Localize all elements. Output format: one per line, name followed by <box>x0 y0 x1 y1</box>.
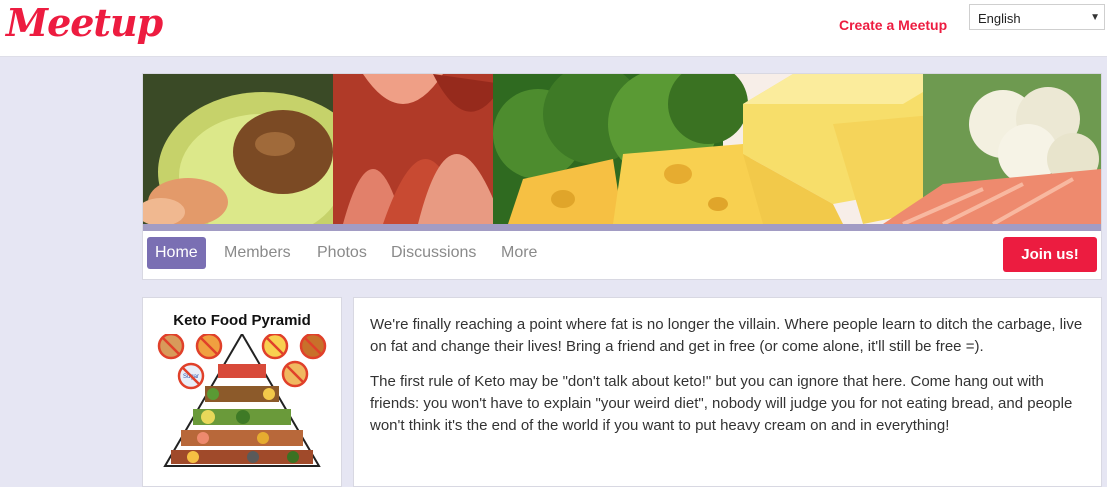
no-grains-icon <box>299 334 327 360</box>
description-paragraph: We're finally reaching a point where fat… <box>370 316 1083 355</box>
banner-divider <box>143 224 1101 231</box>
top-bar: Meetup Create a Meetup English ▼ <box>0 0 1107 57</box>
tab-members[interactable]: Members <box>224 237 291 269</box>
language-select[interactable]: English ▼ <box>969 4 1105 30</box>
group-banner-image <box>143 74 1101 224</box>
create-meetup-link[interactable]: Create a Meetup <box>839 17 947 33</box>
join-button[interactable]: Join us! <box>1003 237 1097 272</box>
group-description: We're finally reaching a point where fat… <box>353 297 1102 487</box>
no-pasta-icon <box>195 334 223 360</box>
no-potato-icon <box>281 360 309 388</box>
no-sugar-icon: Sugar <box>177 362 205 390</box>
meetup-logo[interactable]: Meetup <box>6 0 163 45</box>
tab-photos[interactable]: Photos <box>317 237 367 269</box>
keto-pyramid-image: Sugar <box>157 334 327 467</box>
pyramid-title: Keto Food Pyramid <box>173 312 311 329</box>
description-paragraph: The first rule of Keto may be "don't tal… <box>370 373 1073 434</box>
tab-more[interactable]: More <box>501 237 537 269</box>
language-selected: English <box>978 11 1021 26</box>
group-photo-card: Keto Food Pyramid <box>142 297 342 487</box>
no-bread-icon <box>157 334 185 360</box>
group-header-card: Home Members Photos Discussions More Joi… <box>142 73 1102 280</box>
no-fruit-icon <box>261 334 289 360</box>
tab-home[interactable]: Home <box>147 237 206 269</box>
tab-discussions[interactable]: Discussions <box>391 237 476 269</box>
dropdown-arrow-icon: ▼ <box>1090 12 1100 23</box>
